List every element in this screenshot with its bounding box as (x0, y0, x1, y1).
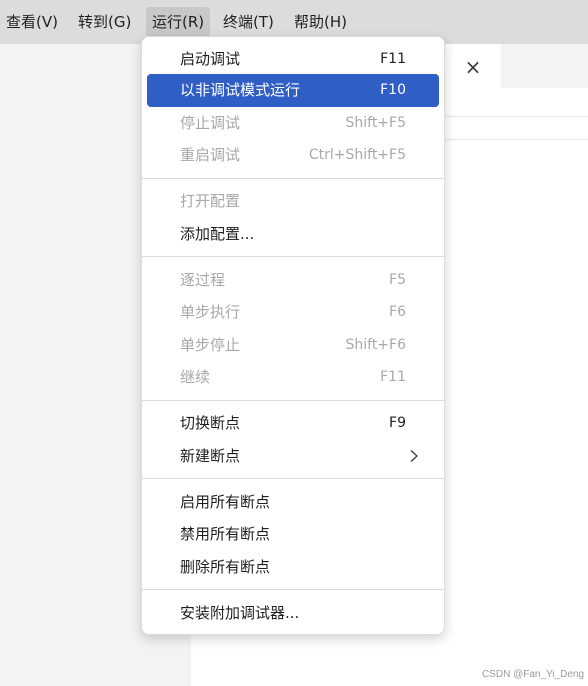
menu-item-install-additional-debuggers[interactable]: 安装附加调试器... (147, 597, 439, 630)
menu-terminal[interactable]: 终端(T) (217, 7, 280, 37)
menu-item-open-configurations[interactable]: 打开配置 (147, 185, 439, 218)
run-menu: 启动调试 F11 以非调试模式运行 F10 停止调试 Shift+F5 重启调试… (141, 36, 445, 635)
menu-item-label: 以非调试模式运行 (180, 81, 301, 99)
menu-item-label: 打开配置 (180, 192, 241, 210)
menu-item-label: 停止调试 (180, 114, 241, 132)
menu-item-step-out[interactable]: 单步停止 Shift+F6 (147, 329, 439, 362)
menu-item-remove-all-breakpoints[interactable]: 删除所有断点 (147, 551, 439, 584)
menu-item-label: 逐过程 (180, 271, 226, 289)
menu-separator (142, 400, 444, 401)
chevron-right-icon (410, 450, 418, 462)
menu-item-label: 单步执行 (180, 303, 241, 321)
watermark: CSDN @Fan_Yi_Deng (481, 669, 584, 680)
menu-item-label: 禁用所有断点 (180, 525, 271, 543)
menu-item-label: 重启调试 (180, 146, 241, 164)
menu-item-shortcut: Shift+F5 (345, 115, 406, 131)
menu-item-label: 安装附加调试器... (180, 604, 300, 622)
menu-item-run-without-debugging[interactable]: 以非调试模式运行 F10 (147, 74, 439, 107)
menu-item-label: 切换断点 (180, 414, 241, 432)
menu-item-step-over[interactable]: 逐过程 F5 (147, 264, 439, 297)
menu-view[interactable]: 查看(V) (0, 7, 64, 37)
menu-item-enable-all-breakpoints[interactable]: 启用所有断点 (147, 486, 439, 519)
menu-item-shortcut: F9 (389, 415, 406, 431)
menu-help[interactable]: 帮助(H) (288, 7, 353, 37)
menu-item-label: 添加配置... (180, 225, 255, 243)
menu-item-label: 继续 (180, 368, 211, 386)
menu-item-label: 启动调试 (180, 50, 241, 68)
menu-item-shortcut: F11 (380, 51, 406, 67)
menu-item-toggle-breakpoint[interactable]: 切换断点 F9 (147, 407, 439, 440)
menu-item-shortcut: Shift+F6 (345, 337, 406, 353)
menu-item-shortcut: Ctrl+Shift+F5 (308, 147, 406, 163)
menu-item-shortcut: F10 (380, 82, 406, 98)
menu-item-label: 启用所有断点 (180, 493, 271, 511)
close-icon[interactable]: × (463, 57, 483, 77)
menu-item-shortcut: F6 (389, 304, 406, 320)
menu-goto[interactable]: 转到(G) (72, 7, 137, 37)
menu-separator (142, 589, 444, 590)
menu-item-disable-all-breakpoints[interactable]: 禁用所有断点 (147, 518, 439, 551)
menu-item-add-configuration[interactable]: 添加配置... (147, 218, 439, 251)
menu-item-label: 新建断点 (180, 447, 241, 465)
menu-separator (142, 178, 444, 179)
menu-item-restart-debugging[interactable]: 重启调试 Ctrl+Shift+F5 (147, 139, 439, 172)
menu-run[interactable]: 运行(R) (146, 7, 211, 37)
menu-separator (142, 256, 444, 257)
menu-item-stop-debugging[interactable]: 停止调试 Shift+F5 (147, 107, 439, 140)
menu-item-step-into[interactable]: 单步执行 F6 (147, 296, 439, 329)
menu-item-new-breakpoint[interactable]: 新建断点 (147, 440, 439, 473)
menu-item-label: 单步停止 (180, 336, 241, 354)
menu-item-continue[interactable]: 继续 F11 (147, 361, 439, 394)
menu-item-label: 删除所有断点 (180, 558, 271, 576)
menu-item-shortcut: F11 (380, 369, 406, 385)
menu-separator (142, 478, 444, 479)
menu-item-shortcut: F5 (389, 272, 406, 288)
menu-item-start-debugging[interactable]: 启动调试 F11 (147, 43, 439, 76)
